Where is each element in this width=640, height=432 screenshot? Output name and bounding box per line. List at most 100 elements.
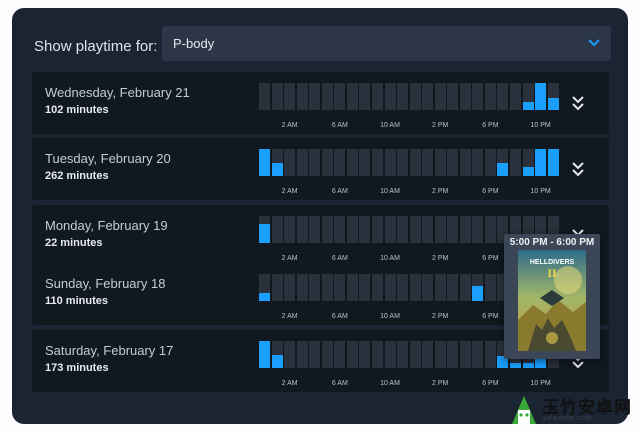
hour-bar[interactable] xyxy=(321,216,333,243)
hour-bar[interactable] xyxy=(510,83,521,110)
hour-bar[interactable] xyxy=(296,149,308,176)
hour-bar[interactable] xyxy=(434,216,446,243)
hour-bar[interactable] xyxy=(334,274,346,301)
hour-bar[interactable] xyxy=(397,216,409,243)
hour-bar[interactable] xyxy=(384,83,396,110)
hour-bar[interactable] xyxy=(484,341,496,368)
hour-bar[interactable] xyxy=(447,341,459,368)
hour-bar[interactable] xyxy=(484,274,496,301)
hour-bar[interactable] xyxy=(459,341,471,368)
hour-bar[interactable] xyxy=(271,274,283,301)
hour-bar[interactable] xyxy=(321,83,333,110)
hour-bar[interactable] xyxy=(447,83,459,110)
hour-bar[interactable] xyxy=(434,149,446,176)
hour-bar[interactable] xyxy=(384,216,396,243)
hour-bar[interactable] xyxy=(434,83,446,110)
hour-bar[interactable] xyxy=(409,216,421,243)
hour-bar[interactable] xyxy=(409,83,421,110)
hour-bar[interactable] xyxy=(472,341,484,368)
hour-bar[interactable] xyxy=(259,216,270,243)
hour-bar[interactable] xyxy=(334,149,346,176)
hour-bar[interactable] xyxy=(535,149,547,176)
hour-bar[interactable] xyxy=(497,83,509,110)
hour-bar[interactable] xyxy=(309,341,321,368)
hour-bar[interactable] xyxy=(284,274,296,301)
hour-bar[interactable] xyxy=(510,149,521,176)
hour-bar[interactable] xyxy=(522,149,534,176)
hour-bar[interactable] xyxy=(346,341,358,368)
hour-bar[interactable] xyxy=(271,83,283,110)
hour-bar[interactable] xyxy=(484,216,496,243)
hour-bar[interactable] xyxy=(371,341,383,368)
hour-bar[interactable] xyxy=(472,274,484,301)
hour-bar[interactable] xyxy=(409,274,421,301)
hour-bar[interactable] xyxy=(321,341,333,368)
hour-bar[interactable] xyxy=(447,149,459,176)
hour-bar[interactable] xyxy=(484,83,496,110)
hour-bar[interactable] xyxy=(359,83,371,110)
hour-bar[interactable] xyxy=(397,274,409,301)
hour-bar[interactable] xyxy=(284,149,296,176)
hour-bar[interactable] xyxy=(547,83,559,110)
hour-bar[interactable] xyxy=(422,149,434,176)
hour-bar[interactable] xyxy=(409,341,421,368)
hour-bar[interactable] xyxy=(334,216,346,243)
hour-bar[interactable] xyxy=(422,83,434,110)
hour-bar[interactable] xyxy=(309,216,321,243)
hour-bar[interactable] xyxy=(271,216,283,243)
hour-bar[interactable] xyxy=(459,274,471,301)
hour-bar[interactable] xyxy=(459,83,471,110)
hour-bar[interactable] xyxy=(422,341,434,368)
hour-bar[interactable] xyxy=(371,149,383,176)
hour-bar[interactable] xyxy=(259,83,270,110)
hour-bar[interactable] xyxy=(296,341,308,368)
hour-bar[interactable] xyxy=(397,149,409,176)
hour-bar[interactable] xyxy=(397,83,409,110)
hour-bar[interactable] xyxy=(371,83,383,110)
hour-bar[interactable] xyxy=(409,149,421,176)
hour-bar[interactable] xyxy=(321,149,333,176)
expand-day-chevron-icon[interactable] xyxy=(570,96,586,112)
expand-day-chevron-icon[interactable] xyxy=(570,162,586,178)
hour-bar[interactable] xyxy=(284,216,296,243)
hour-bar[interactable] xyxy=(472,83,484,110)
hour-bar[interactable] xyxy=(259,341,270,368)
hour-bar[interactable] xyxy=(309,274,321,301)
hour-bar[interactable] xyxy=(259,274,270,301)
hour-bar[interactable] xyxy=(309,83,321,110)
hour-bar[interactable] xyxy=(346,83,358,110)
hour-bar[interactable] xyxy=(384,149,396,176)
hour-bar[interactable] xyxy=(422,216,434,243)
hour-bar[interactable] xyxy=(346,216,358,243)
hour-bar[interactable] xyxy=(271,149,283,176)
hour-bar[interactable] xyxy=(371,274,383,301)
hour-bar[interactable] xyxy=(371,216,383,243)
hour-bar[interactable] xyxy=(259,149,270,176)
hour-bar[interactable] xyxy=(296,216,308,243)
hour-bar[interactable] xyxy=(472,216,484,243)
hour-bar[interactable] xyxy=(334,83,346,110)
hour-bar[interactable] xyxy=(535,83,547,110)
hour-bar[interactable] xyxy=(447,216,459,243)
hour-bar[interactable] xyxy=(422,274,434,301)
hour-bar[interactable] xyxy=(384,341,396,368)
hour-bar[interactable] xyxy=(397,341,409,368)
hour-bar[interactable] xyxy=(296,83,308,110)
hour-bar[interactable] xyxy=(459,149,471,176)
hour-bar[interactable] xyxy=(346,274,358,301)
hour-bar[interactable] xyxy=(284,341,296,368)
hour-bar[interactable] xyxy=(334,341,346,368)
hour-bar[interactable] xyxy=(359,216,371,243)
hour-bar[interactable] xyxy=(271,341,283,368)
hour-bar[interactable] xyxy=(459,216,471,243)
hour-bar[interactable] xyxy=(346,149,358,176)
hour-bar[interactable] xyxy=(447,274,459,301)
hour-bar[interactable] xyxy=(296,274,308,301)
hour-bar[interactable] xyxy=(359,149,371,176)
hour-bar[interactable] xyxy=(497,149,509,176)
hour-bar[interactable] xyxy=(434,341,446,368)
hour-bar[interactable] xyxy=(309,149,321,176)
hour-bar[interactable] xyxy=(522,83,534,110)
hour-bar[interactable] xyxy=(384,274,396,301)
hour-bar[interactable] xyxy=(472,149,484,176)
